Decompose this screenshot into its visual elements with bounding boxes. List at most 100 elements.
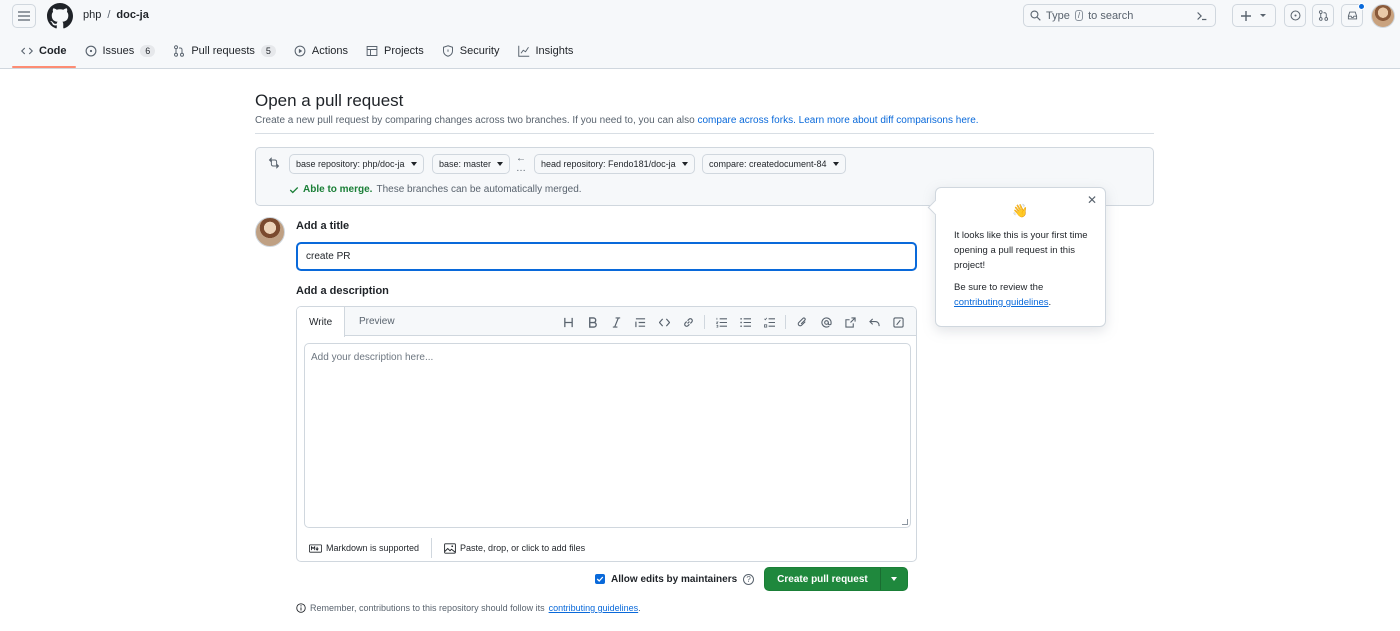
base-branch-select[interactable]: base: master bbox=[432, 154, 511, 174]
description-textarea[interactable]: Add your description here... bbox=[304, 343, 911, 528]
github-logo-icon[interactable] bbox=[47, 3, 73, 29]
user-avatar[interactable] bbox=[1371, 4, 1395, 28]
repo-nav: Code Issues 6 Pull requests 5 Actions Pr… bbox=[12, 38, 582, 68]
compare-forks-link[interactable]: compare across forks. bbox=[697, 115, 795, 126]
breadcrumb-repo[interactable]: doc-ja bbox=[116, 9, 148, 21]
breadcrumb: php / doc-ja bbox=[83, 9, 149, 21]
head-repository-select[interactable]: head repository: Fendo181/doc-ja bbox=[534, 154, 695, 174]
search-icon bbox=[1030, 10, 1041, 21]
question-icon[interactable]: ? bbox=[743, 573, 755, 585]
base-repository-select[interactable]: base repository: php/doc-ja bbox=[289, 154, 424, 174]
title-input[interactable]: create PR bbox=[296, 242, 917, 271]
attach-files-button[interactable]: Paste, drop, or click to add files bbox=[432, 542, 597, 554]
heading-icon[interactable] bbox=[556, 314, 580, 330]
cross-reference-icon[interactable] bbox=[838, 314, 862, 330]
submit-row: Allow edits by maintainers ? Create pull… bbox=[595, 567, 908, 591]
subtitle-text: Create a new pull request by comparing c… bbox=[255, 115, 695, 126]
tab-label: Code bbox=[39, 45, 67, 57]
menu-icon[interactable] bbox=[12, 4, 36, 28]
divider bbox=[255, 133, 1154, 134]
create-pull-request-button[interactable]: Create pull request bbox=[764, 567, 908, 591]
quote-icon[interactable] bbox=[628, 314, 652, 330]
git-pull-request-icon bbox=[174, 45, 185, 57]
title-label: Add a title bbox=[296, 220, 350, 232]
code-icon bbox=[21, 47, 33, 55]
caret-down-icon bbox=[497, 162, 504, 166]
tab-preview[interactable]: Preview bbox=[347, 307, 407, 336]
create-pull-request-label[interactable]: Create pull request bbox=[765, 568, 881, 590]
base-repository-label: base repository: php/doc-ja bbox=[296, 159, 405, 169]
info-icon bbox=[296, 603, 306, 613]
caret-down-icon bbox=[890, 577, 897, 581]
mention-icon[interactable] bbox=[814, 314, 838, 330]
git-compare-icon bbox=[268, 157, 280, 169]
search-suffix: to search bbox=[1088, 9, 1134, 22]
inbox-icon bbox=[1347, 11, 1357, 20]
task-list-icon[interactable] bbox=[757, 314, 781, 330]
caret-down-icon bbox=[410, 162, 417, 166]
shield-icon bbox=[442, 45, 453, 57]
contributing-guidelines-link[interactable]: contributing guidelines bbox=[549, 603, 639, 613]
contribution-notice: Remember, contributions to this reposito… bbox=[296, 603, 641, 613]
notification-indicator bbox=[1358, 3, 1365, 10]
allow-edits-checkbox[interactable] bbox=[595, 574, 605, 584]
command-palette-icon[interactable] bbox=[1195, 9, 1209, 23]
tab-label: Security bbox=[459, 45, 500, 57]
paperclip-icon[interactable] bbox=[790, 314, 814, 330]
italic-icon[interactable] bbox=[604, 314, 628, 330]
tab-pull-requests[interactable]: Pull requests 5 bbox=[164, 38, 285, 64]
tab-actions[interactable]: Actions bbox=[285, 38, 357, 64]
check-icon bbox=[289, 186, 299, 193]
slash-command-icon[interactable] bbox=[886, 314, 910, 330]
popover-contributing-link[interactable]: contributing guidelines bbox=[954, 297, 1049, 308]
caret-down-icon bbox=[832, 162, 839, 166]
link-icon[interactable] bbox=[676, 314, 700, 330]
unordered-list-icon[interactable] bbox=[733, 314, 757, 330]
tab-projects[interactable]: Projects bbox=[357, 38, 433, 64]
popover-text: It looks like this is your first time op… bbox=[954, 230, 1088, 271]
remember-text: Remember, contributions to this reposito… bbox=[310, 603, 545, 613]
resize-handle[interactable] bbox=[902, 519, 908, 525]
search-input[interactable]: Type / to search bbox=[1023, 4, 1216, 27]
create-options-dropdown[interactable] bbox=[881, 568, 907, 590]
graph-icon bbox=[517, 45, 529, 57]
check-icon bbox=[596, 576, 604, 582]
image-icon bbox=[444, 542, 456, 554]
pull-requests-button[interactable] bbox=[1312, 4, 1334, 27]
tab-insights[interactable]: Insights bbox=[509, 38, 583, 64]
popover-guideline-text: Be sure to review the contributing guide… bbox=[954, 280, 1094, 310]
first-pr-popover: ✕ 👋 It looks like this is your first tim… bbox=[935, 187, 1106, 327]
arrow-left-icon: ←… bbox=[516, 153, 526, 174]
reply-icon[interactable] bbox=[862, 314, 886, 330]
merge-status: Able to merge. These branches can be aut… bbox=[289, 184, 582, 195]
tab-code[interactable]: Code bbox=[12, 38, 76, 68]
base-branch-label: base: master bbox=[439, 159, 492, 169]
popover-suffix: . bbox=[1048, 297, 1052, 308]
attach-text: Paste, drop, or click to add files bbox=[460, 543, 586, 553]
bold-icon[interactable] bbox=[580, 314, 604, 330]
code-icon[interactable] bbox=[652, 314, 676, 330]
breadcrumb-owner[interactable]: php bbox=[83, 9, 101, 21]
allow-edits-label[interactable]: Allow edits by maintainers bbox=[611, 574, 737, 585]
popover-text2: Be sure to review the bbox=[954, 282, 1044, 293]
tab-label: Pull requests bbox=[191, 45, 255, 57]
issue-opened-icon bbox=[1290, 10, 1300, 21]
markdown-supported-link[interactable]: Markdown is supported bbox=[297, 543, 431, 553]
play-icon bbox=[294, 45, 306, 57]
tab-security[interactable]: Security bbox=[433, 38, 509, 64]
tab-label: Insights bbox=[535, 45, 574, 57]
issues-button[interactable] bbox=[1284, 4, 1306, 27]
compare-branch-select[interactable]: compare: createdocument-84 bbox=[702, 154, 846, 174]
count-badge: 5 bbox=[260, 45, 276, 57]
search-prefix: Type bbox=[1046, 9, 1070, 22]
author-avatar bbox=[255, 217, 285, 247]
ordered-list-icon[interactable] bbox=[709, 314, 733, 330]
toolbar-separator bbox=[785, 315, 786, 329]
tab-write[interactable]: Write bbox=[297, 307, 346, 337]
create-new-button[interactable] bbox=[1232, 4, 1276, 27]
table-icon bbox=[366, 46, 378, 56]
plus-icon bbox=[1241, 10, 1251, 21]
breadcrumb-separator: / bbox=[107, 9, 111, 21]
learn-more-link[interactable]: Learn more about diff comparisons here. bbox=[799, 115, 979, 126]
tab-issues[interactable]: Issues 6 bbox=[76, 38, 165, 64]
